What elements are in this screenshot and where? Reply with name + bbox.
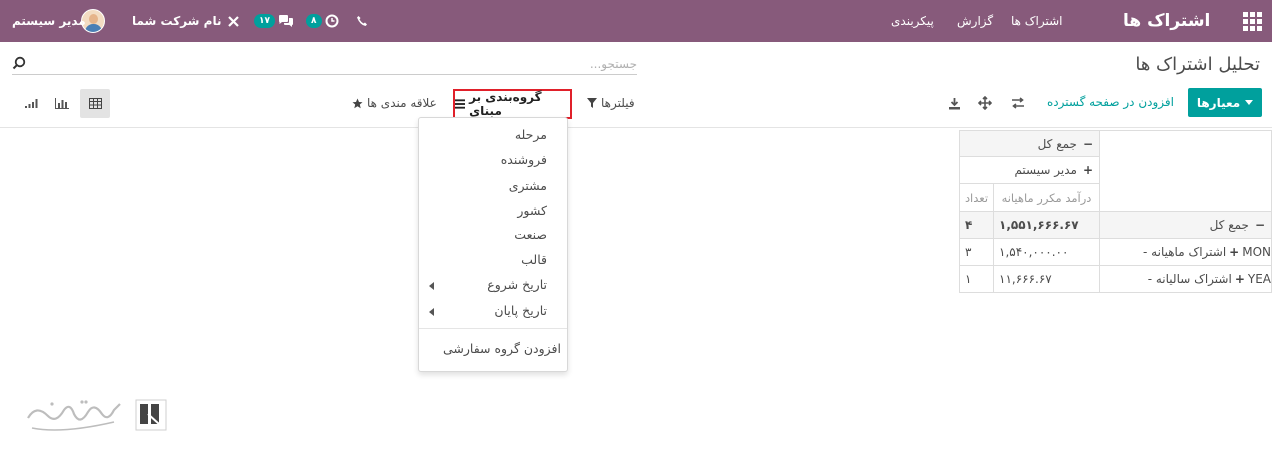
graph-view-button[interactable] xyxy=(47,89,77,118)
caret-down-icon xyxy=(1245,99,1254,105)
clock-icon xyxy=(325,14,338,28)
groupby-start-date[interactable]: تاریخ شروع xyxy=(487,277,547,292)
groupby-customer[interactable]: مشتری xyxy=(509,178,547,193)
groupby-template[interactable]: قالب xyxy=(521,252,547,267)
watermark-logo xyxy=(27,399,167,431)
pivot-view-button[interactable] xyxy=(80,89,110,118)
star-icon xyxy=(352,98,363,108)
row-header-monthly[interactable]: - اشتراک ماهیانه + MON xyxy=(1099,238,1272,266)
insert-in-spreadsheet-button[interactable]: افزودن در صفحه گسترده xyxy=(1047,95,1174,109)
messages-badge: ۱۷ xyxy=(254,14,275,28)
measures-button[interactable]: معیارها xyxy=(1188,88,1262,117)
apps-menu-icon[interactable] xyxy=(1243,0,1262,42)
control-panel-divider xyxy=(0,127,1272,128)
collapse-icon: − xyxy=(1082,136,1093,151)
app-title[interactable]: اشتراک ها xyxy=(1123,0,1210,42)
measure-header-mrr[interactable]: درآمد مکرر ماهیانه xyxy=(993,183,1100,212)
row-monthly-label: - اشتراک ماهیانه xyxy=(1143,245,1227,259)
groupby-stage[interactable]: مرحله xyxy=(515,127,547,142)
flip-axis-icon[interactable] xyxy=(1010,95,1026,111)
col-header-user[interactable]: مدیر سیستم + xyxy=(959,156,1100,184)
groupby-industry[interactable]: صنعت xyxy=(514,227,547,242)
groupby-salesperson[interactable]: فروشنده xyxy=(501,152,547,167)
cell-yearly-mrr: ۱۱,۶۶۶.۶۷ xyxy=(993,265,1100,293)
expand-icon: + xyxy=(1234,272,1245,286)
menu-reporting[interactable]: گزارش xyxy=(957,0,993,42)
phone-icon[interactable] xyxy=(356,0,368,42)
groupby-end-date[interactable]: تاریخ پایان xyxy=(494,303,547,318)
cell-monthly-mrr: ۱,۵۴۰,۰۰۰.۰۰ xyxy=(993,238,1100,266)
favorites-label: علاقه مندی ها xyxy=(367,96,437,110)
caret-left-icon xyxy=(429,308,434,316)
bar-chart-icon xyxy=(55,98,69,109)
row-total-label: جمع کل xyxy=(1209,218,1249,232)
download-icon[interactable] xyxy=(946,95,962,111)
expand-icon: + xyxy=(1229,245,1240,259)
dropdown-divider xyxy=(419,328,567,329)
cell-total-count: ۴ xyxy=(959,211,994,239)
search-bar[interactable] xyxy=(12,53,637,75)
measures-label: معیارها xyxy=(1196,95,1241,110)
groupby-dropdown: مرحله فروشنده مشتری کشور صنعت قالب تاریخ… xyxy=(418,117,568,372)
chat-icon xyxy=(279,15,293,27)
area-chart-icon xyxy=(25,99,38,108)
filters-label: فیلترها xyxy=(601,96,635,110)
caret-left-icon xyxy=(429,282,434,290)
cell-monthly-count: ۳ xyxy=(959,238,994,266)
activities-menu[interactable]: ۸ xyxy=(306,0,339,42)
search-icon[interactable] xyxy=(12,56,26,70)
filter-icon xyxy=(587,98,597,108)
row-header-total[interactable]: جمع کل − xyxy=(1099,211,1272,239)
expand-all-icon[interactable] xyxy=(977,95,993,111)
groupby-country[interactable]: کشور xyxy=(517,203,547,218)
user-menu[interactable]: مدیر سیستم xyxy=(12,0,86,42)
col-user-label: مدیر سیستم xyxy=(1014,163,1077,177)
filters-button[interactable]: فیلترها xyxy=(587,96,635,110)
groupby-label: گروه‌بندی بر مبنای xyxy=(469,90,542,118)
row-yearly-code: YEA xyxy=(1247,272,1271,286)
menu-configuration[interactable]: پیکربندی xyxy=(891,0,934,42)
groupby-button[interactable]: گروه‌بندی بر مبنای xyxy=(453,89,572,119)
bars-icon xyxy=(455,99,466,109)
activities-badge: ۸ xyxy=(306,14,322,28)
search-input[interactable] xyxy=(57,53,637,74)
company-switcher[interactable]: نام شرکت شما xyxy=(132,0,221,42)
row-header-yearly[interactable]: - اشتراک سالیانه + YEA xyxy=(1099,265,1272,293)
pivot-corner xyxy=(1099,130,1272,212)
top-navbar: اشتراک ها اشتراک ها گزارش پیکربندی ۸ ۱۷ … xyxy=(0,0,1272,42)
messaging-menu[interactable]: ۱۷ xyxy=(254,0,294,42)
cohort-view-button[interactable] xyxy=(16,89,46,118)
debug-tools-icon[interactable] xyxy=(227,0,240,42)
cell-total-mrr: ۱,۵۵۱,۶۶۶.۶۷ xyxy=(993,211,1100,239)
add-custom-group[interactable]: افزودن گروه سفارشی xyxy=(443,341,561,356)
expand-icon: + xyxy=(1082,163,1093,177)
measure-header-count[interactable]: تعداد xyxy=(959,183,994,212)
row-monthly-code: MON xyxy=(1242,245,1271,259)
menu-subscriptions[interactable]: اشتراک ها xyxy=(1011,0,1063,42)
collapse-icon: − xyxy=(1254,218,1265,232)
favorites-button[interactable]: علاقه مندی ها xyxy=(352,96,437,110)
cell-yearly-count: ۱ xyxy=(959,265,994,293)
col-header-total[interactable]: جمع کل − xyxy=(959,130,1100,157)
page-title: تحلیل اشتراک ها xyxy=(1135,54,1260,75)
table-icon xyxy=(88,98,102,109)
row-yearly-label: - اشتراک سالیانه xyxy=(1147,272,1232,286)
col-total-label: جمع کل xyxy=(1037,136,1077,151)
